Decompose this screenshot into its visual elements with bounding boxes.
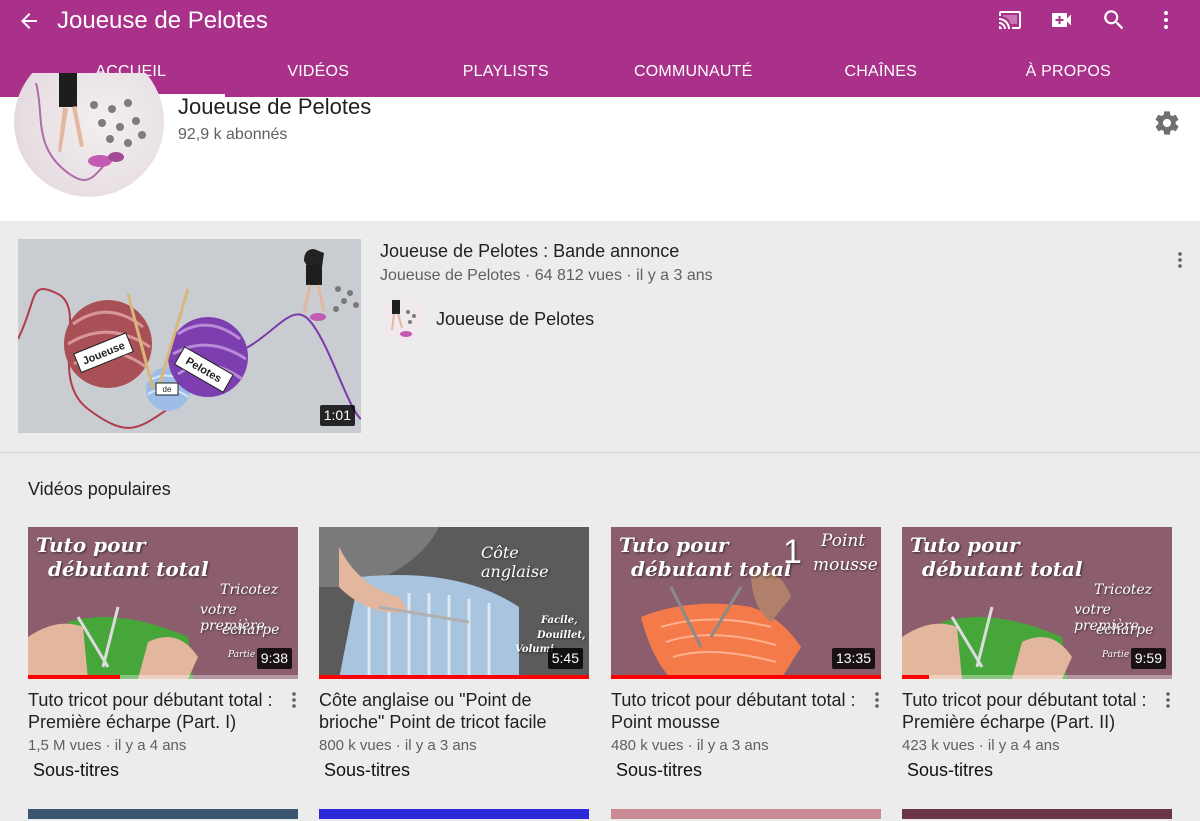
next-row-thumbnail xyxy=(902,809,1172,819)
video-more-button[interactable] xyxy=(1158,687,1178,713)
thumb-text: Partie xyxy=(1102,650,1130,660)
back-button[interactable] xyxy=(12,4,46,38)
video-more-button[interactable] xyxy=(284,687,304,713)
settings-button[interactable] xyxy=(1153,109,1181,137)
featured-thumbnail[interactable]: Joueuse de Pelotes 1:01 xyxy=(18,239,361,433)
captions-badge: Sous-titres xyxy=(33,760,120,780)
thumb-text: Tuto pour xyxy=(619,533,729,557)
channel-name: Joueuse de Pelotes xyxy=(178,94,372,119)
subscriber-count: 92,9 k abonnés xyxy=(178,126,288,143)
more-vertical-icon xyxy=(1166,692,1170,708)
captions-badge: Sous-titres xyxy=(616,760,703,780)
video-thumbnail[interactable]: Tuto pour débutant total 1 Point mousse … xyxy=(611,527,881,679)
watch-progress xyxy=(611,675,881,679)
tab-chaines[interactable]: CHAÎNES xyxy=(787,52,975,97)
cast-icon xyxy=(999,11,1021,29)
featured-more-button[interactable] xyxy=(1170,247,1190,273)
cast-button[interactable] xyxy=(990,3,1030,37)
next-row-thumbnail xyxy=(611,809,881,819)
more-button[interactable] xyxy=(1146,3,1186,37)
featured-meta: Joueuse de Pelotes · 64 812 vues · il y … xyxy=(380,267,713,284)
video-thumbnail[interactable]: Tuto pour débutant total Tricotez votre … xyxy=(902,527,1172,679)
gear-icon xyxy=(1155,111,1179,135)
captions-badge: Sous-titres xyxy=(324,760,411,780)
video-card: Tuto pour débutant total Tricotez votre … xyxy=(28,527,298,819)
video-meta: 480 k vues · il y a 3 ans xyxy=(611,737,769,754)
appbar-actions xyxy=(990,3,1186,37)
search-icon xyxy=(1104,10,1124,30)
arrow-left-icon xyxy=(21,13,37,29)
thumb-text: Douillet, xyxy=(537,630,586,641)
channel-header: Joueuse de Pelotes 92,9 k abonnés xyxy=(0,73,1200,221)
more-vertical-icon xyxy=(1164,11,1168,29)
tab-a-propos[interactable]: À PROPOS xyxy=(975,52,1163,97)
thumb-text: débutant total xyxy=(48,557,209,581)
captions-badge: Sous-titres xyxy=(907,760,994,780)
create-video-button[interactable] xyxy=(1042,3,1082,37)
thumb-text: Tuto pour xyxy=(36,533,146,557)
featured-video: Joueuse de Pelotes 1:01 Joueuse de Pelot… xyxy=(0,221,1200,453)
section-title: Vidéos populaires xyxy=(28,479,171,499)
featured-channel-link[interactable]: Joueuse de Pelotes xyxy=(380,296,594,342)
video-meta: 423 k vues · il y a 4 ans xyxy=(902,737,1060,754)
tab-communaute[interactable]: COMMUNAUTÉ xyxy=(600,52,788,97)
featured-title[interactable]: Joueuse de Pelotes : Bande annonce xyxy=(380,241,679,262)
channel-avatar[interactable] xyxy=(14,73,164,197)
thumb-text: Tricotez xyxy=(220,582,279,598)
thumb-text: Point xyxy=(821,531,866,551)
thumb-text: Facile, xyxy=(541,615,578,626)
video-thumbnail[interactable]: Tuto pour débutant total Tricotez votre … xyxy=(28,527,298,679)
next-row-thumbnail xyxy=(28,809,298,819)
watch-progress xyxy=(28,675,298,679)
thumb-text: 1 xyxy=(783,533,802,571)
popular-videos-section: Vidéos populaires Tuto pour débutant tot… xyxy=(0,454,1200,821)
video-meta: 800 k vues · il y a 3 ans xyxy=(319,737,477,754)
more-vertical-icon xyxy=(875,692,879,708)
video-card: Tuto pour débutant total Tricotez votre … xyxy=(902,527,1172,819)
thumb-text: débutant total xyxy=(631,557,792,581)
video-title[interactable]: Tuto tricot pour débutant total : Point … xyxy=(611,689,861,733)
video-card: Tuto pour débutant total 1 Point mousse … xyxy=(611,527,881,819)
featured-channel-avatar xyxy=(380,296,426,342)
channel-tabs: ACCUEIL VIDÉOS PLAYLISTS COMMUNAUTÉ CHAÎ… xyxy=(0,52,1200,97)
thumb-text: écharpe xyxy=(1096,622,1154,638)
featured-channel-name: Joueuse de Pelotes xyxy=(436,308,595,329)
video-duration: 9:38 xyxy=(256,648,292,669)
more-vertical-icon xyxy=(292,692,296,708)
thumb-text: Tricotez xyxy=(1094,582,1153,598)
video-title[interactable]: Tuto tricot pour débutant total : Premiè… xyxy=(902,689,1152,733)
thumb-text: Partie xyxy=(228,650,256,660)
video-duration: 13:35 xyxy=(831,648,875,669)
video-thumbnail[interactable]: Côte anglaise Facile, Douillet, Volumi 5… xyxy=(319,527,589,679)
app-bar: Joueuse de Pelotes ACCUEIL VIDÉOS PLAYLI… xyxy=(0,0,1200,97)
more-vertical-icon xyxy=(1178,252,1182,268)
tab-videos[interactable]: VIDÉOS xyxy=(225,52,413,97)
thumb-text: Côte anglaise xyxy=(481,543,549,581)
video-title[interactable]: Côte anglaise ou "Point de brioche" Poin… xyxy=(319,689,569,733)
video-duration: 5:45 xyxy=(547,648,583,669)
app-title: Joueuse de Pelotes xyxy=(57,7,268,34)
watch-progress xyxy=(902,675,1172,679)
thumb-text: mousse xyxy=(813,555,878,575)
thumb-text: débutant total xyxy=(922,557,1083,581)
thumb-text: écharpe xyxy=(222,622,280,638)
featured-duration: 1:01 xyxy=(319,405,355,426)
video-card: Côte anglaise Facile, Douillet, Volumi 5… xyxy=(319,527,589,819)
video-meta: 1,5 M vues · il y a 4 ans xyxy=(28,737,187,754)
search-button[interactable] xyxy=(1094,3,1134,37)
thumb-label-middle: de xyxy=(163,385,172,394)
video-duration: 9:59 xyxy=(1130,648,1166,669)
tab-playlists[interactable]: PLAYLISTS xyxy=(412,52,600,97)
video-add-icon xyxy=(1052,13,1071,27)
video-title[interactable]: Tuto tricot pour débutant total : Premiè… xyxy=(28,689,278,733)
video-more-button[interactable] xyxy=(867,687,887,713)
watch-progress xyxy=(319,675,589,679)
thumb-text: Tuto pour xyxy=(910,533,1020,557)
next-row-thumbnail xyxy=(319,809,589,819)
